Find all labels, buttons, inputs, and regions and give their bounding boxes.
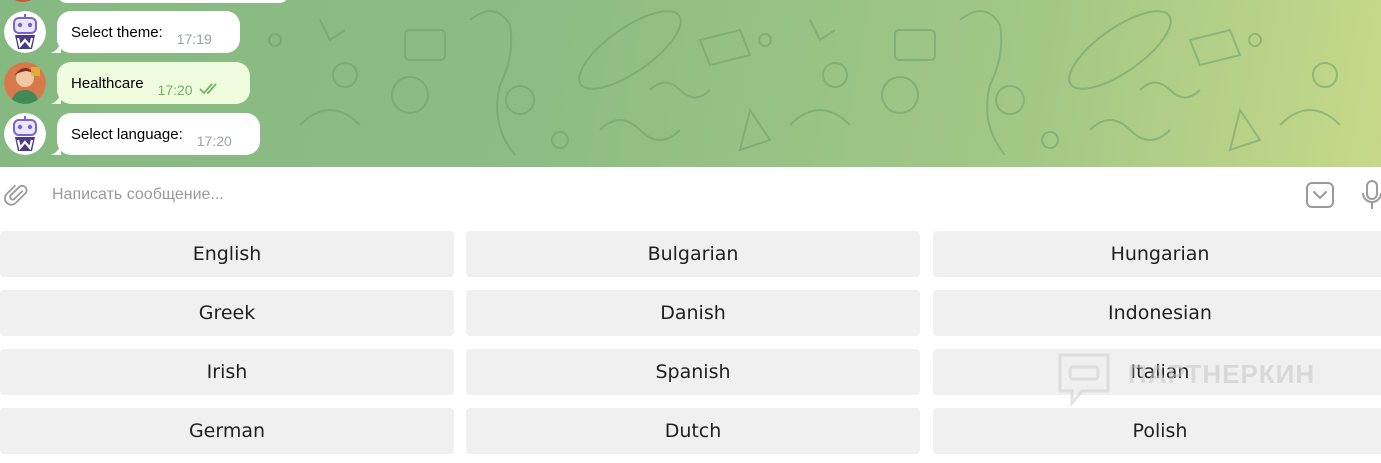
keyboard-toggle-icon[interactable] xyxy=(1304,180,1336,210)
bot-avatar[interactable] xyxy=(4,113,46,155)
language-button-indonesian[interactable]: Indonesian xyxy=(933,290,1381,336)
message-bubble-outgoing[interactable]: Healthcare 17:20 xyxy=(51,62,250,104)
language-button-bulgarian[interactable]: Bulgarian xyxy=(466,231,920,277)
message-time: 17:19 xyxy=(176,31,212,47)
language-button-hungarian[interactable]: Hungarian xyxy=(933,231,1381,277)
user-photo-icon xyxy=(4,62,46,104)
message-bubble-incoming[interactable]: Select language: 17:20 xyxy=(51,113,260,155)
language-button-irish[interactable]: Irish xyxy=(0,349,454,395)
bot-avatar[interactable] xyxy=(4,11,46,53)
language-button-english[interactable]: English xyxy=(0,231,454,277)
bubble-tail xyxy=(51,143,61,155)
language-button-italian[interactable]: Italian xyxy=(933,349,1381,395)
message-text: Select language: xyxy=(71,125,183,143)
bubble-tail xyxy=(51,92,61,104)
user-avatar[interactable] xyxy=(4,62,46,104)
chat-area: Select theme: 17:19 Healthcare 17:20 Sel… xyxy=(0,0,1381,167)
robot-icon xyxy=(4,11,46,53)
language-button-spanish[interactable]: Spanish xyxy=(466,349,920,395)
language-button-danish[interactable]: Danish xyxy=(466,290,920,336)
double-check-icon xyxy=(198,83,217,95)
bubble-tail xyxy=(51,41,61,53)
message-text: Select theme: xyxy=(71,23,163,41)
language-button-greek[interactable]: Greek xyxy=(0,290,454,336)
message-bubble-incoming[interactable]: Select theme: 17:19 xyxy=(51,11,240,53)
message-time: 17:20 xyxy=(196,133,232,149)
robot-icon xyxy=(4,113,46,155)
language-button-dutch[interactable]: Dutch xyxy=(466,408,920,454)
language-button-polish[interactable]: Polish xyxy=(933,408,1381,454)
reply-keyboard: English Bulgarian Hungarian Greek Danish… xyxy=(0,223,1381,463)
language-button-german[interactable]: German xyxy=(0,408,454,454)
message-text: Healthcare xyxy=(71,74,144,92)
paperclip-icon[interactable] xyxy=(4,182,30,208)
message-input[interactable] xyxy=(52,181,952,209)
previous-message-fragment xyxy=(57,0,289,3)
microphone-icon[interactable] xyxy=(1360,178,1381,212)
message-time: 17:20 xyxy=(157,82,193,98)
message-composer xyxy=(0,167,1381,223)
